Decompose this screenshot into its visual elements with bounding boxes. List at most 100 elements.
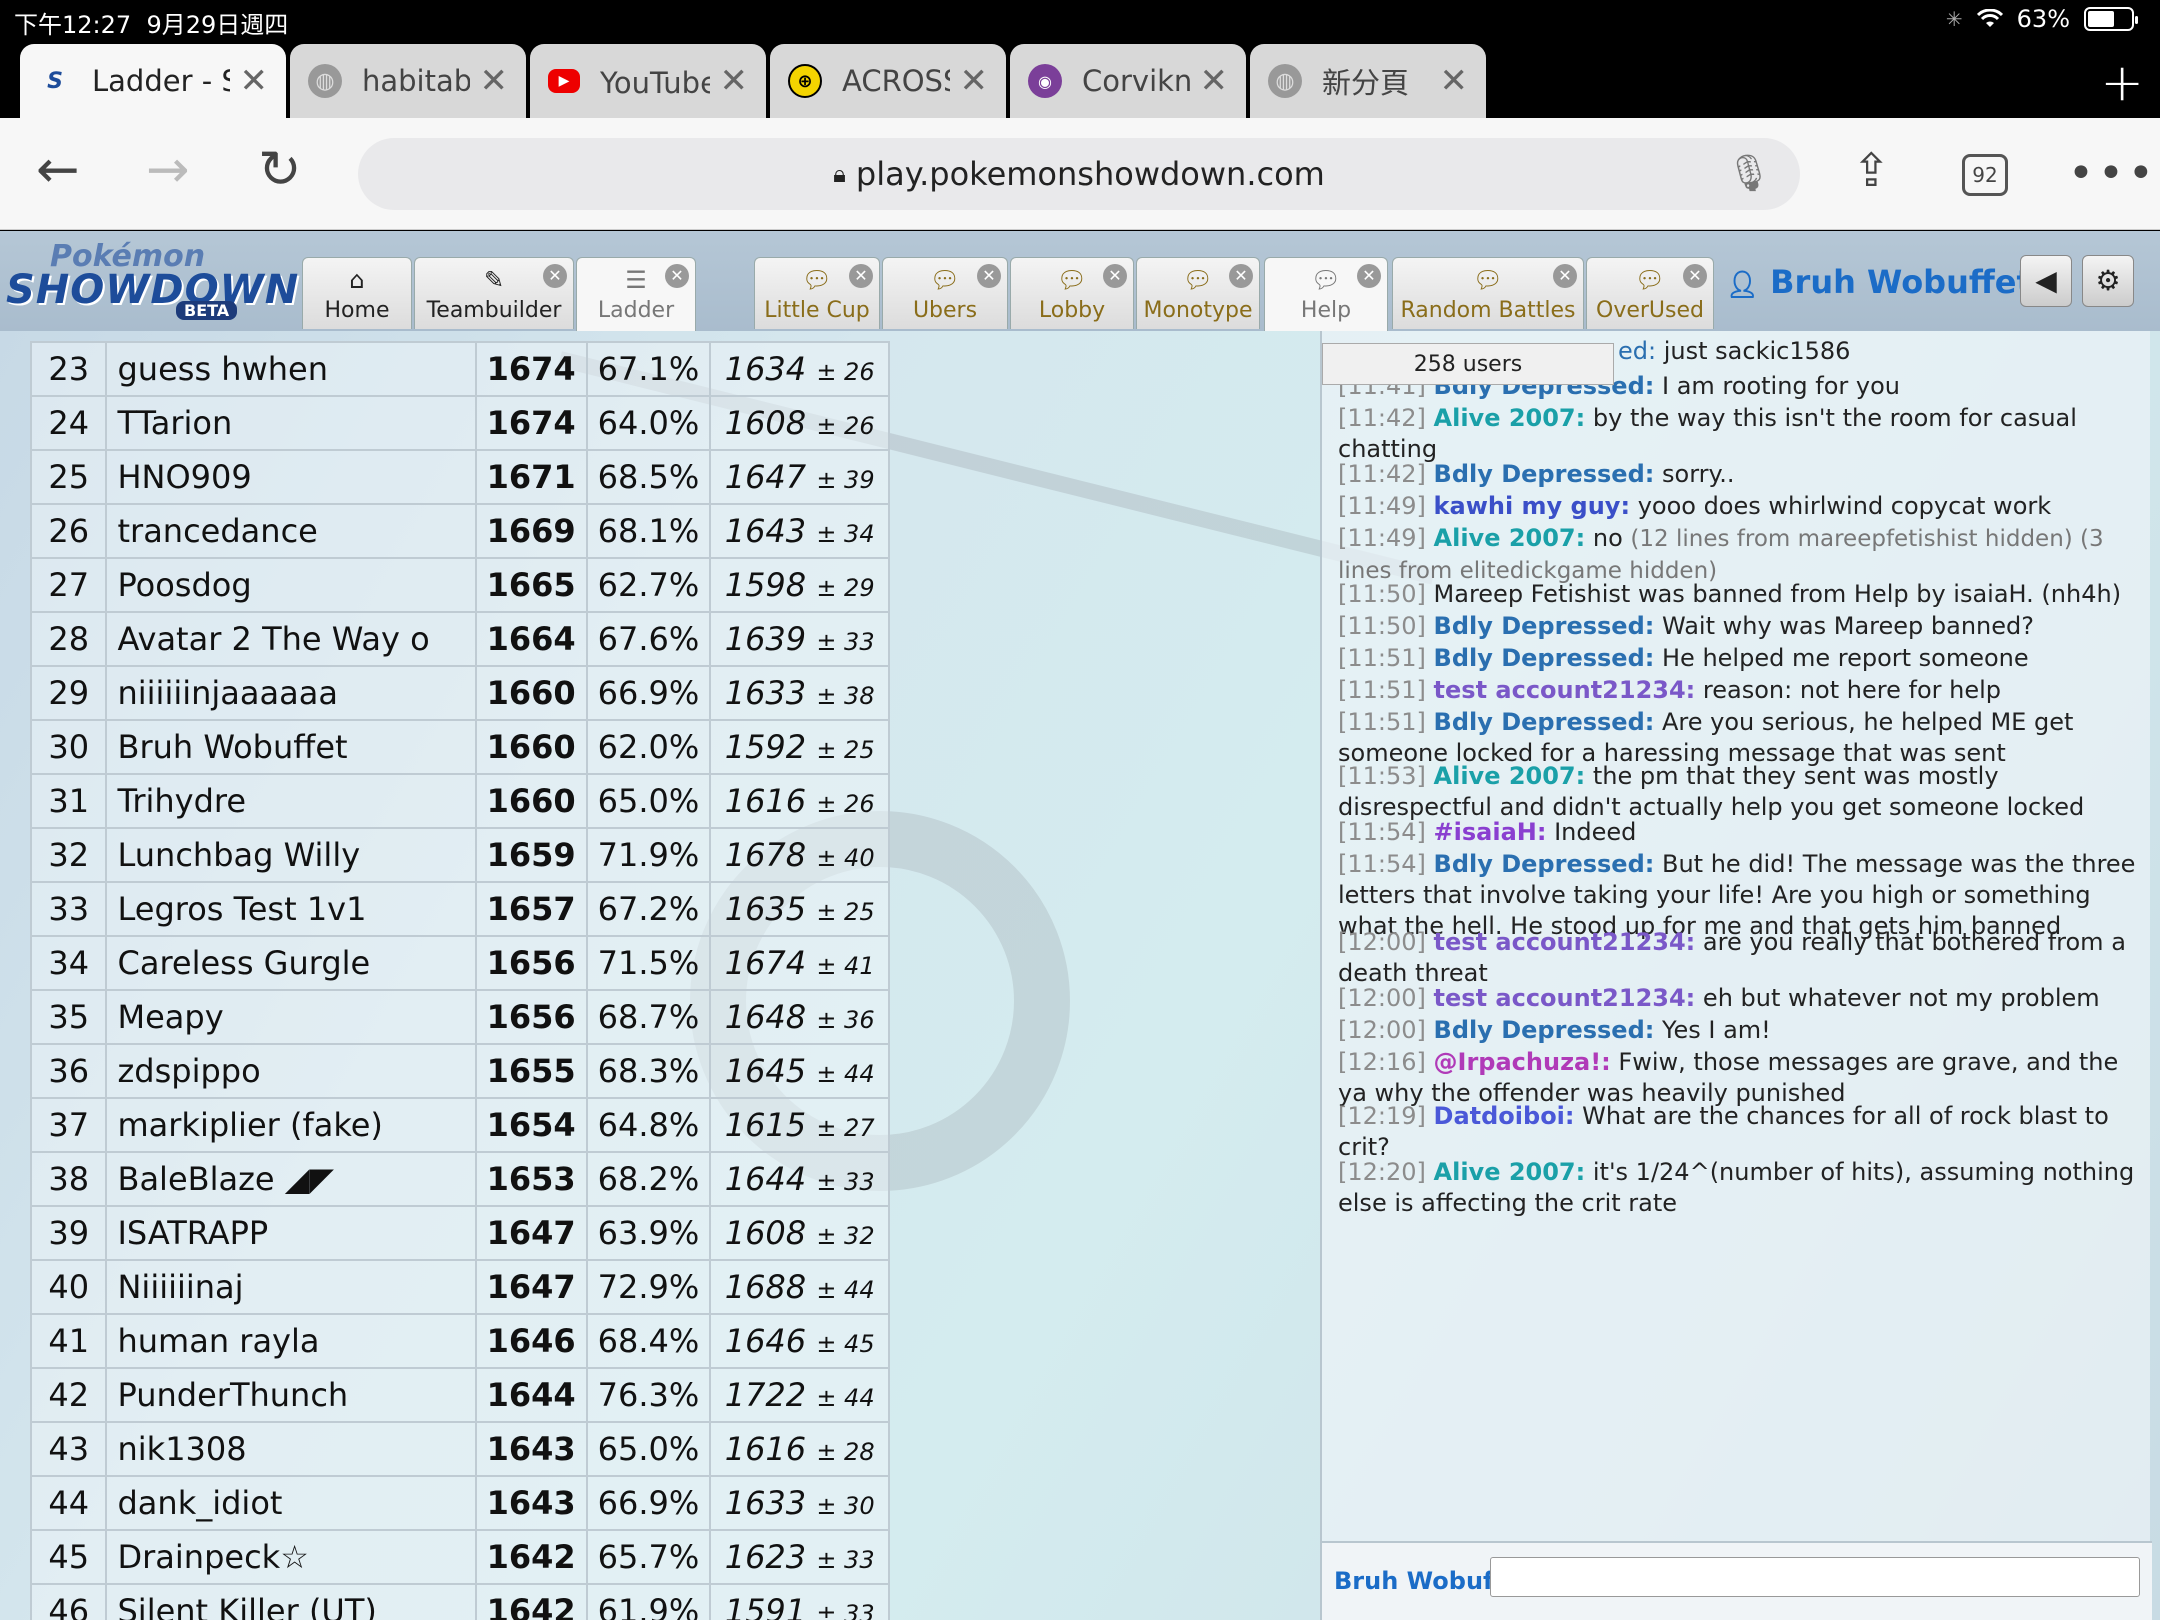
back-arrow-icon[interactable]: ← — [36, 140, 80, 200]
ladder-username[interactable]: Drainpeck☆ — [105, 1529, 477, 1585]
user-menu[interactable]: 👤︎ Bruh Wobuffet — [1726, 263, 2032, 301]
ladder-glicko: 1722 ± 44 — [709, 1367, 890, 1423]
chat-user[interactable]: #isaiaH: — [1434, 818, 1547, 846]
tab-room-little-cup[interactable]: 💬︎ Little Cup ✕ — [754, 257, 880, 329]
chat-user[interactable]: Alive 2007: — [1434, 404, 1586, 432]
glicko-rating: 1591 — [724, 1592, 807, 1620]
close-icon[interactable]: ✕ — [1229, 264, 1253, 288]
user-count-button[interactable]: 258 users — [1322, 343, 1614, 385]
tab-room-lobby[interactable]: 💬︎ Lobby ✕ — [1010, 257, 1134, 329]
ladder-username[interactable]: ISATRAPP — [105, 1205, 477, 1261]
ladder-elo: 1674 — [474, 395, 588, 451]
close-icon[interactable]: ✕ — [1200, 61, 1229, 101]
close-icon[interactable]: ✕ — [543, 264, 567, 288]
chat-input-username[interactable]: Bruh Wobuf — [1334, 1567, 1493, 1595]
chat-user[interactable]: test account21234: — [1434, 928, 1696, 956]
close-icon[interactable]: ✕ — [480, 61, 509, 101]
ladder-username[interactable]: markiplier (fake) — [105, 1097, 477, 1153]
close-icon[interactable]: ✕ — [720, 61, 749, 101]
forward-arrow-icon[interactable]: → — [146, 140, 190, 200]
ladder-row: 30 Bruh Wobuffet 1660 62.0% 1592 ± 25 — [29, 719, 890, 775]
tab-room-monotype[interactable]: 💬︎ Monotype ✕ — [1136, 257, 1260, 329]
ladder-username[interactable]: Avatar 2 The Way o — [105, 611, 477, 667]
showdown-logo[interactable]: Pokémon SHOWDOWN! BETA — [6, 237, 317, 327]
chat-log[interactable]: ed: just sackic1586 [11:41] Bdly Depress… — [1338, 331, 2138, 1536]
browser-tab-across[interactable]: ⊕ ACROSS 14 - W ✕ — [770, 44, 1006, 118]
chat-timestamp: [11:54] — [1338, 818, 1426, 846]
tab-room-overused[interactable]: 💬︎ OverUsed ✕ — [1586, 257, 1714, 329]
address-bar[interactable]: 🔒︎ play.pokemonshowdown.com 🎙︎ — [358, 138, 1800, 210]
chat-user[interactable]: test account21234: — [1434, 676, 1696, 704]
chat-user[interactable]: Alive 2007: — [1434, 1158, 1586, 1186]
ladder-username[interactable]: TTarion — [105, 395, 477, 451]
tab-teambuilder[interactable]: ✎ Teambuilder ✕ — [414, 257, 574, 329]
glicko-rating: 1598 — [724, 566, 807, 604]
tab-title: habitable | defi — [362, 64, 470, 98]
ladder-username[interactable]: Poosdog — [105, 557, 477, 613]
reload-icon[interactable]: ↻ — [258, 140, 302, 200]
tab-home[interactable]: ⌂ Home — [302, 257, 412, 329]
tab-room-ubers[interactable]: 💬︎ Ubers ✕ — [882, 257, 1008, 329]
browser-tab-corviknight[interactable]: ◉ Corviknight | S ✕ — [1010, 44, 1246, 118]
ladder-elo: 1674 — [474, 341, 588, 397]
chat-user[interactable]: Bdly Depressed: — [1434, 850, 1655, 878]
ladder-username[interactable]: Niiiiiinaj — [105, 1259, 477, 1315]
close-icon[interactable]: ✕ — [849, 264, 873, 288]
more-menu-icon[interactable]: ••• — [2068, 148, 2158, 199]
share-icon[interactable]: ⇪ — [1852, 140, 1891, 200]
chat-user[interactable]: Bdly Depressed: — [1434, 1016, 1655, 1044]
ladder-username[interactable]: Lunchbag Willy — [105, 827, 477, 883]
browser-tab-new[interactable]: ◍ 新分頁 ✕ — [1250, 44, 1486, 118]
chat-user[interactable]: Alive 2007: — [1434, 762, 1586, 790]
sound-button[interactable]: ◀ — [2020, 255, 2072, 307]
ladder-username[interactable]: Careless Gurgle — [105, 935, 477, 991]
close-icon[interactable]: ✕ — [665, 264, 689, 288]
close-icon[interactable]: ✕ — [960, 61, 989, 101]
ladder-gxe: 71.5% — [585, 935, 712, 991]
ladder-username[interactable]: PunderThunch — [105, 1367, 477, 1423]
glicko-rating: 1633 — [724, 674, 807, 712]
chat-user[interactable]: Alive 2007: — [1434, 524, 1586, 552]
chat-user[interactable]: test account21234: — [1434, 984, 1696, 1012]
ladder-username[interactable]: Trihydre — [105, 773, 477, 829]
tab-room-help[interactable]: 💬︎ Help ✕ — [1264, 257, 1388, 331]
ladder-username[interactable]: nik1308 — [105, 1421, 477, 1477]
ladder-username[interactable]: HNO909 — [105, 449, 477, 505]
ladder-username[interactable]: human rayla — [105, 1313, 477, 1369]
ladder-username[interactable]: Silent Killer (UT) — [105, 1583, 477, 1620]
tab-count-button[interactable]: 92 — [1962, 154, 2008, 196]
chat-user[interactable]: Datdoiboi: — [1434, 1102, 1575, 1130]
chat-message: [11:51] test account21234: reason: not h… — [1338, 675, 2138, 706]
microphone-icon[interactable]: 🎙︎ — [1726, 152, 1772, 194]
chat-input[interactable] — [1490, 1557, 2140, 1597]
tab-room-random-battles[interactable]: 💬︎ Random Battles ✕ — [1392, 257, 1584, 329]
close-icon[interactable]: ✕ — [1553, 264, 1577, 288]
close-icon[interactable]: ✕ — [240, 61, 269, 101]
chat-user[interactable]: Bdly Depressed: — [1434, 612, 1655, 640]
ladder-username[interactable]: BaleBlaze ◢◤ — [105, 1151, 477, 1207]
chat-user[interactable]: Bdly Depressed: — [1434, 644, 1655, 672]
chat-user[interactable]: Bdly Depressed: — [1434, 460, 1655, 488]
ladder-username[interactable]: Meapy — [105, 989, 477, 1045]
close-icon[interactable]: ✕ — [1683, 264, 1707, 288]
chat-user[interactable]: Bdly Depressed: — [1434, 708, 1655, 736]
ladder-username[interactable]: dank_idiot — [105, 1475, 477, 1531]
new-tab-plus-icon[interactable]: + — [2100, 57, 2144, 109]
browser-tab-habitable[interactable]: ◍ habitable | defi ✕ — [290, 44, 526, 118]
ladder-username[interactable]: guess hwhen — [105, 341, 477, 397]
chat-user[interactable]: kawhi my guy: — [1434, 492, 1631, 520]
settings-button[interactable]: ⚙ — [2082, 255, 2134, 307]
ladder-username[interactable]: zdspippo — [105, 1043, 477, 1099]
ladder-username[interactable]: Bruh Wobuffet — [105, 719, 477, 775]
close-icon[interactable]: ✕ — [1357, 264, 1381, 288]
close-icon[interactable]: ✕ — [1103, 264, 1127, 288]
ladder-username[interactable]: Legros Test 1v1 — [105, 881, 477, 937]
tab-ladder[interactable]: ☰ Ladder ✕ — [576, 257, 696, 331]
ladder-username[interactable]: trancedance — [105, 503, 477, 559]
browser-tab-ladder[interactable]: S Ladder - Showd ✕ — [20, 44, 286, 118]
chat-user[interactable]: @Irpachuza!: — [1434, 1048, 1611, 1076]
close-icon[interactable]: ✕ — [1440, 61, 1469, 101]
close-icon[interactable]: ✕ — [977, 264, 1001, 288]
ladder-username[interactable]: niiiiiinjaaaaaa — [105, 665, 477, 721]
browser-tab-youtube[interactable]: ▶ YouTube 創作者 ✕ — [530, 44, 766, 118]
